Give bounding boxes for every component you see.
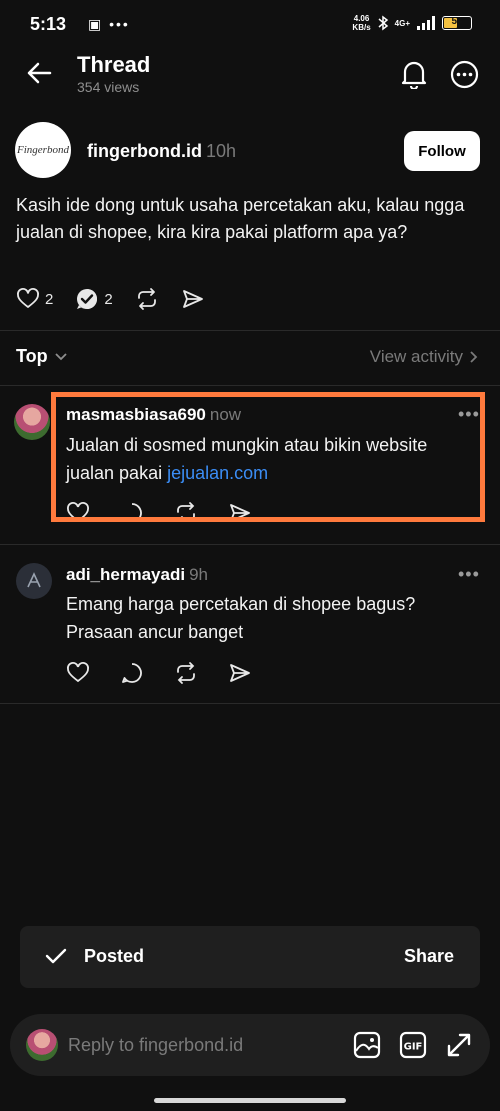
more-options-icon[interactable]: [450, 60, 479, 89]
logo-icon: [27, 572, 41, 588]
reply-count-button[interactable]: 2: [75, 287, 113, 311]
repost-icon: [137, 288, 156, 310]
post-actions: 2 2: [16, 286, 227, 312]
reply-actions: [66, 661, 252, 685]
like-count: 2: [45, 290, 54, 308]
reply-composer: GIF: [10, 1014, 490, 1076]
send-icon: [182, 290, 203, 308]
chevron-down-icon: [55, 352, 67, 360]
divider: [0, 385, 500, 386]
page-title: Thread: [77, 52, 151, 77]
author-username[interactable]: fingerbond.id: [87, 141, 202, 161]
like-button[interactable]: 2: [16, 287, 53, 311]
battery-icon: 54: [442, 16, 472, 30]
avatar-logo-text: Fingerbond: [17, 144, 69, 156]
view-activity-label: View activity: [369, 347, 463, 366]
send-icon[interactable]: [228, 661, 252, 685]
share-button[interactable]: [181, 287, 205, 311]
highlight-box: [51, 392, 485, 522]
post-body: Kasih ide dong untuk usaha percetakan ak…: [16, 195, 465, 242]
net-speed-unit: KB/s: [352, 23, 371, 32]
divider: [0, 544, 500, 545]
reply-avatar[interactable]: [16, 563, 52, 599]
chevron-right-icon: [470, 351, 478, 363]
notification-icons: ▣ •••: [88, 16, 130, 32]
heart-icon[interactable]: [66, 661, 90, 685]
post-author[interactable]: fingerbond.id 10h: [87, 141, 236, 162]
network-type: 4G+: [394, 18, 410, 28]
status-time: 5:13: [30, 14, 67, 34]
posted-toast: Posted Share: [20, 926, 480, 988]
divider: [0, 703, 500, 704]
view-count: 354 views: [77, 79, 140, 95]
bell-icon[interactable]: [400, 59, 428, 89]
divider: [0, 330, 500, 331]
reply-body: Emang harga percetakan di shopee bagus? …: [66, 594, 416, 642]
sort-dropdown[interactable]: Top: [16, 346, 68, 367]
repost-icon[interactable]: [174, 661, 198, 685]
svg-text:GIF: GIF: [404, 1042, 423, 1053]
repost-button[interactable]: [135, 287, 159, 311]
check-icon: [45, 948, 67, 964]
reply-header[interactable]: adi_hermayadi 9h: [66, 565, 208, 585]
net-speed-value: 4.06: [353, 14, 370, 23]
reply-username[interactable]: adi_hermayadi: [66, 565, 185, 584]
signal-icon: [417, 16, 435, 30]
reply-time: 9h: [189, 565, 208, 584]
toast-message: Posted: [84, 946, 145, 966]
reply-count: 2: [104, 290, 113, 308]
heart-icon: [17, 288, 39, 308]
battery-level: 54: [451, 16, 463, 27]
toast-share-button[interactable]: Share: [404, 946, 454, 967]
net-speed: 4.06 KB/s: [352, 14, 370, 32]
gesture-bar: [154, 1098, 346, 1103]
status-right-group: 4.06 KB/s 4G+ 54: [352, 14, 472, 32]
gif-icon[interactable]: GIF: [399, 1031, 427, 1059]
back-arrow-icon[interactable]: [26, 60, 52, 86]
expand-icon[interactable]: [445, 1031, 473, 1059]
reply-avatar[interactable]: [14, 404, 50, 440]
status-bar: 5:13 ▣ ••• 4.06 KB/s 4G+ 54: [0, 0, 500, 48]
reply-more-icon[interactable]: •••: [458, 564, 480, 585]
sort-label: Top: [16, 346, 48, 366]
comment-icon[interactable]: [120, 661, 144, 685]
author-avatar[interactable]: Fingerbond: [15, 122, 71, 178]
user-avatar: [26, 1029, 58, 1061]
replied-icon: [77, 289, 98, 310]
post-time: 10h: [205, 141, 237, 161]
follow-button[interactable]: Follow: [404, 131, 480, 171]
reply-input[interactable]: [68, 1028, 288, 1062]
bluetooth-icon: [378, 15, 388, 31]
image-icon[interactable]: [353, 1031, 381, 1059]
view-activity-link[interactable]: View activity: [370, 347, 478, 367]
